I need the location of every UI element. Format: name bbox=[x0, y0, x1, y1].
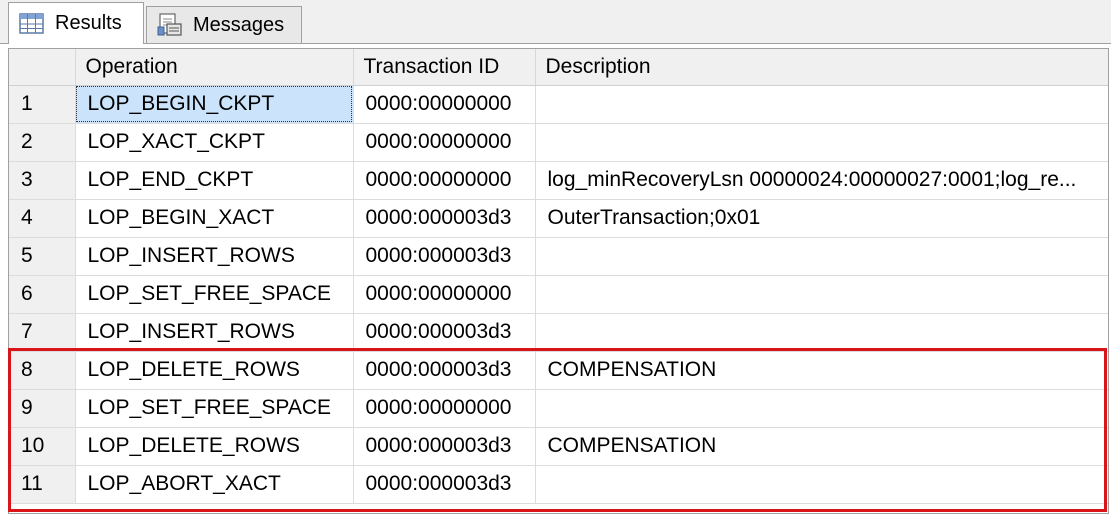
tab-results[interactable]: Results bbox=[8, 2, 144, 44]
header-row: Operation Transaction ID Description bbox=[9, 49, 1108, 86]
grid-table-icon bbox=[19, 12, 45, 36]
row-number[interactable]: 10 bbox=[9, 427, 76, 466]
description-cell[interactable]: COMPENSATION bbox=[535, 427, 1108, 466]
column-header-operation[interactable]: Operation bbox=[75, 49, 354, 86]
transaction-id-cell[interactable]: 0000:00000000 bbox=[353, 85, 536, 124]
description-cell[interactable] bbox=[535, 389, 1108, 428]
row-number[interactable]: 7 bbox=[9, 313, 76, 352]
description-cell[interactable] bbox=[535, 123, 1108, 162]
description-cell[interactable] bbox=[535, 465, 1108, 504]
row-number[interactable]: 4 bbox=[9, 199, 76, 238]
results-table: Operation Transaction ID Description 1 L… bbox=[9, 49, 1108, 504]
operation-cell[interactable]: LOP_DELETE_ROWS bbox=[75, 351, 354, 390]
column-header-transaction-id[interactable]: Transaction ID bbox=[353, 49, 536, 86]
operation-cell[interactable]: LOP_END_CKPT bbox=[75, 161, 354, 200]
description-cell[interactable] bbox=[535, 313, 1108, 352]
column-header-description[interactable]: Description bbox=[535, 49, 1108, 86]
row-number[interactable]: 8 bbox=[9, 351, 76, 390]
description-cell[interactable]: OuterTransaction;0x01 bbox=[535, 199, 1108, 238]
operation-cell[interactable]: LOP_INSERT_ROWS bbox=[75, 313, 354, 352]
operation-cell[interactable]: LOP_BEGIN_XACT bbox=[75, 199, 354, 238]
tab-results-label: Results bbox=[55, 12, 122, 34]
operation-cell[interactable]: LOP_DELETE_ROWS bbox=[75, 427, 354, 466]
row-number[interactable]: 2 bbox=[9, 123, 76, 162]
transaction-id-cell[interactable]: 0000:000003d3 bbox=[353, 237, 536, 276]
table-row[interactable]: 7 LOP_INSERT_ROWS 0000:000003d3 bbox=[9, 313, 1108, 352]
operation-cell[interactable]: LOP_BEGIN_CKPT bbox=[75, 85, 354, 124]
row-number[interactable]: 1 bbox=[9, 85, 76, 124]
table-row[interactable]: 9 LOP_SET_FREE_SPACE 0000:00000000 bbox=[9, 389, 1108, 428]
transaction-id-cell[interactable]: 0000:000003d3 bbox=[353, 351, 536, 390]
table-row[interactable]: 5 LOP_INSERT_ROWS 0000:000003d3 bbox=[9, 237, 1108, 276]
operation-cell[interactable]: LOP_ABORT_XACT bbox=[75, 465, 354, 504]
transaction-id-cell[interactable]: 0000:000003d3 bbox=[353, 465, 536, 504]
description-cell[interactable] bbox=[535, 85, 1108, 124]
tab-messages[interactable]: Messages bbox=[146, 6, 302, 43]
tab-messages-label: Messages bbox=[193, 13, 285, 36]
transaction-id-cell[interactable]: 0000:00000000 bbox=[353, 123, 536, 162]
description-cell[interactable] bbox=[535, 237, 1108, 276]
row-number-header[interactable] bbox=[9, 49, 76, 86]
operation-cell[interactable]: LOP_INSERT_ROWS bbox=[75, 237, 354, 276]
transaction-id-cell[interactable]: 0000:000003d3 bbox=[353, 313, 536, 352]
row-number[interactable]: 6 bbox=[9, 275, 76, 314]
messages-document-icon bbox=[157, 13, 183, 37]
results-tab-bar: Results Messages bbox=[0, 0, 1111, 44]
transaction-id-cell[interactable]: 0000:00000000 bbox=[353, 389, 536, 428]
row-number[interactable]: 5 bbox=[9, 237, 76, 276]
description-cell[interactable] bbox=[535, 275, 1108, 314]
table-row[interactable]: 10 LOP_DELETE_ROWS 0000:000003d3 COMPENS… bbox=[9, 427, 1108, 466]
results-grid[interactable]: Operation Transaction ID Description 1 L… bbox=[8, 48, 1109, 514]
description-cell[interactable]: log_minRecoveryLsn 00000024:00000027:000… bbox=[535, 161, 1108, 200]
operation-cell[interactable]: LOP_SET_FREE_SPACE bbox=[75, 389, 354, 428]
row-number[interactable]: 3 bbox=[9, 161, 76, 200]
row-number[interactable]: 11 bbox=[9, 465, 76, 504]
transaction-id-cell[interactable]: 0000:00000000 bbox=[353, 161, 536, 200]
operation-cell[interactable]: LOP_XACT_CKPT bbox=[75, 123, 354, 162]
description-cell[interactable]: COMPENSATION bbox=[535, 351, 1108, 390]
table-row[interactable]: 1 LOP_BEGIN_CKPT 0000:00000000 bbox=[9, 85, 1108, 124]
table-row[interactable]: 8 LOP_DELETE_ROWS 0000:000003d3 COMPENSA… bbox=[9, 351, 1108, 390]
table-row[interactable]: 2 LOP_XACT_CKPT 0000:00000000 bbox=[9, 123, 1108, 162]
transaction-id-cell[interactable]: 0000:000003d3 bbox=[353, 427, 536, 466]
tab-bar-divider bbox=[0, 43, 1111, 44]
table-row[interactable]: 3 LOP_END_CKPT 0000:00000000 log_minReco… bbox=[9, 161, 1108, 200]
operation-cell[interactable]: LOP_SET_FREE_SPACE bbox=[75, 275, 354, 314]
transaction-id-cell[interactable]: 0000:00000000 bbox=[353, 275, 536, 314]
transaction-id-cell[interactable]: 0000:000003d3 bbox=[353, 199, 536, 238]
table-row[interactable]: 4 LOP_BEGIN_XACT 0000:000003d3 OuterTran… bbox=[9, 199, 1108, 238]
table-row[interactable]: 11 LOP_ABORT_XACT 0000:000003d3 bbox=[9, 465, 1108, 504]
row-number[interactable]: 9 bbox=[9, 389, 76, 428]
table-row[interactable]: 6 LOP_SET_FREE_SPACE 0000:00000000 bbox=[9, 275, 1108, 314]
